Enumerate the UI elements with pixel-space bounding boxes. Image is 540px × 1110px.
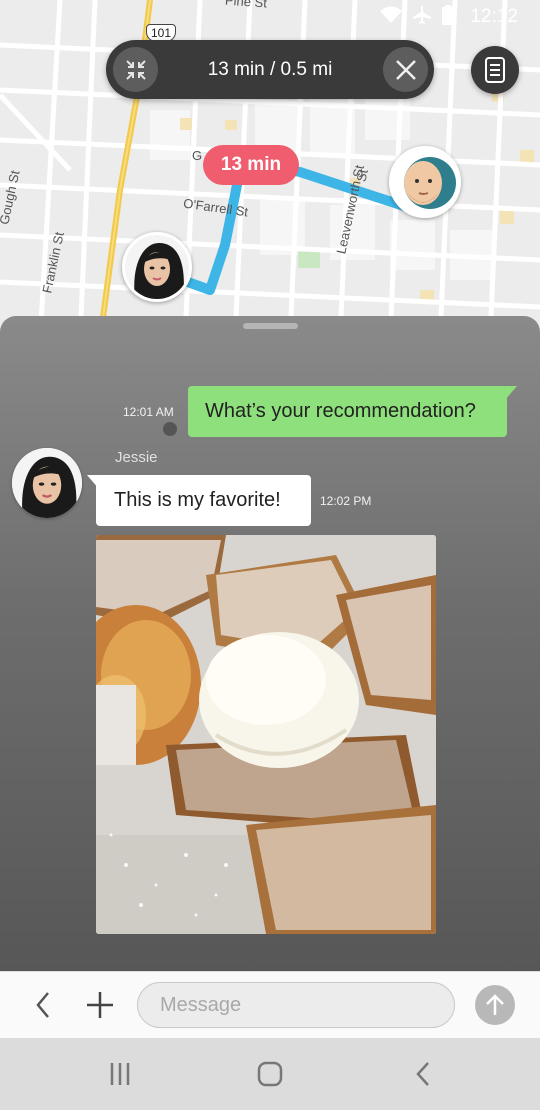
eta-badge: 13 min (203, 145, 299, 185)
system-navigation-bar (0, 1038, 540, 1110)
plus-icon (87, 992, 113, 1018)
sender-avatar[interactable] (12, 448, 82, 518)
woman-face-icon (125, 235, 189, 299)
list-icon (485, 57, 505, 83)
screen: 101 Franklin St O'Farrell St Leavenworth… (0, 0, 540, 1110)
chat-panel[interactable]: 12:01 AM What’s your recommendation? Jes… (0, 316, 540, 971)
bubble-tail (87, 475, 99, 489)
home-button[interactable] (250, 1056, 290, 1092)
message-input[interactable] (137, 982, 455, 1028)
airplane-icon (412, 5, 432, 30)
navigation-pill: 13 min / 0.5 mi (106, 40, 434, 99)
route-summary: 13 min / 0.5 mi (207, 59, 333, 80)
read-indicator (163, 422, 177, 436)
close-route-button[interactable] (383, 47, 428, 92)
user-avatar-map[interactable] (389, 146, 461, 218)
shared-photo[interactable] (96, 535, 436, 934)
outgoing-message-text: What’s your recommendation? (205, 400, 476, 422)
system-back-button[interactable] (403, 1056, 443, 1092)
incoming-timestamp: 12:02 PM (320, 494, 372, 508)
battery-icon (442, 4, 455, 30)
drag-handle[interactable] (243, 323, 298, 329)
collapse-button[interactable] (113, 47, 158, 92)
recents-button[interactable] (100, 1056, 140, 1092)
arrow-up-icon (486, 994, 504, 1015)
collapse-icon (125, 59, 146, 80)
outgoing-timestamp: 12:01 AM (123, 405, 174, 419)
incoming-message[interactable]: This is my favorite! (87, 475, 311, 526)
add-attachment-button[interactable] (82, 987, 118, 1023)
message-input-bar (0, 971, 540, 1038)
man-face-icon (392, 149, 458, 215)
street-label: G (192, 148, 203, 163)
home-icon (257, 1061, 283, 1087)
list-button[interactable] (471, 46, 519, 94)
food-photo-image (96, 535, 436, 934)
outgoing-message[interactable]: What’s your recommendation? (188, 386, 517, 437)
friend-avatar-map[interactable] (122, 232, 192, 302)
incoming-message-text: This is my favorite! (114, 489, 281, 511)
chevron-left-icon (36, 992, 49, 1018)
back-icon (416, 1062, 429, 1086)
recents-icon (110, 1063, 130, 1085)
sender-name: Jessie (115, 449, 158, 466)
bubble-tail (505, 386, 517, 400)
wifi-icon (380, 6, 403, 29)
close-icon (395, 59, 416, 80)
woman-face-icon (12, 448, 82, 518)
status-time: 12:12 (470, 6, 518, 27)
back-button[interactable] (25, 987, 61, 1023)
status-bar: 12:12 (0, 0, 540, 34)
send-button[interactable] (475, 985, 515, 1025)
